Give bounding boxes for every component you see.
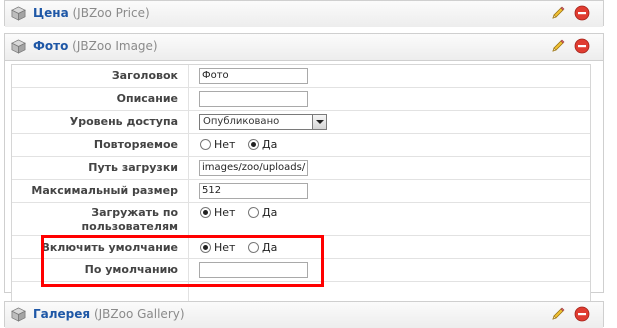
panel-header-gallery[interactable]: Галерея (JBZoo Gallery): [5, 302, 603, 328]
title-input[interactable]: Фото: [199, 68, 308, 84]
panel-title: Фото (JBZoo Image): [33, 39, 158, 53]
cube-icon: [11, 307, 26, 322]
panel-title-type: (JBZoo Price): [72, 6, 150, 20]
highlight-frame: [41, 235, 324, 287]
minus-circle-icon[interactable]: [574, 38, 590, 54]
param-row-upload-path: Путь загрузки images/zoo/uploads/: [12, 157, 590, 180]
user-upload-radio-yes[interactable]: [248, 207, 259, 218]
description-label: Описание: [116, 92, 178, 105]
user-upload-label-line1: Загружать по: [91, 206, 178, 219]
param-row-description: Описание: [12, 88, 590, 111]
pencil-icon[interactable]: [550, 38, 566, 54]
repeatable-radio-yes[interactable]: [248, 139, 259, 150]
panel-title-name[interactable]: Фото: [33, 39, 68, 53]
description-input[interactable]: [199, 91, 308, 107]
user-upload-option-yes: Да: [262, 206, 278, 219]
param-row-title: Заголовок Фото: [12, 65, 590, 88]
chevron-down-icon[interactable]: [312, 115, 326, 129]
param-row-max-size: Максимальный размер 512: [12, 180, 590, 203]
repeatable-label: Повторяемое: [93, 138, 178, 151]
param-row-access: Уровень доступа Опубликовано: [12, 111, 590, 134]
max-size-label: Максимальный размер: [31, 184, 178, 197]
pencil-icon[interactable]: [550, 306, 566, 322]
minus-circle-icon[interactable]: [574, 306, 590, 322]
repeatable-option-no: Нет: [214, 138, 236, 151]
panel-title: Цена (JBZoo Price): [33, 6, 150, 20]
access-select[interactable]: Опубликовано: [199, 114, 327, 130]
user-upload-option-no: Нет: [214, 206, 236, 219]
element-panel-price: Цена (JBZoo Price): [4, 0, 604, 27]
upload-path-label: Путь загрузки: [88, 161, 178, 174]
element-panel-gallery: Галерея (JBZoo Gallery): [4, 301, 604, 328]
param-row-repeatable: Повторяемое Нет Да: [12, 134, 590, 157]
cube-icon: [11, 39, 26, 54]
panel-title-type: (JBZoo Gallery): [93, 307, 185, 321]
pencil-icon[interactable]: [550, 5, 566, 21]
panel-header-price[interactable]: Цена (JBZoo Price): [5, 1, 603, 27]
user-upload-label: Загружать по пользователям: [12, 206, 178, 234]
access-label: Уровень доступа: [69, 115, 178, 128]
cube-icon: [11, 6, 26, 21]
minus-circle-icon[interactable]: [574, 5, 590, 21]
repeatable-radio-no[interactable]: [200, 139, 211, 150]
panel-title-name[interactable]: Цена: [33, 6, 69, 20]
user-upload-radio-no[interactable]: [200, 207, 211, 218]
title-label: Заголовок: [111, 69, 178, 82]
panel-title-name[interactable]: Галерея: [33, 307, 90, 321]
max-size-input[interactable]: 512: [199, 183, 308, 199]
panel-title: Галерея (JBZoo Gallery): [33, 307, 185, 321]
panel-header-foto[interactable]: Фото (JBZoo Image): [5, 34, 603, 61]
param-row-user-upload: Загружать по пользователям Нет Да: [12, 203, 590, 236]
panel-title-type: (JBZoo Image): [72, 39, 158, 53]
user-upload-label-line2: пользователям: [81, 220, 178, 233]
upload-path-input[interactable]: images/zoo/uploads/: [199, 160, 308, 176]
access-select-value: Опубликовано: [203, 116, 280, 127]
repeatable-option-yes: Да: [262, 138, 278, 151]
